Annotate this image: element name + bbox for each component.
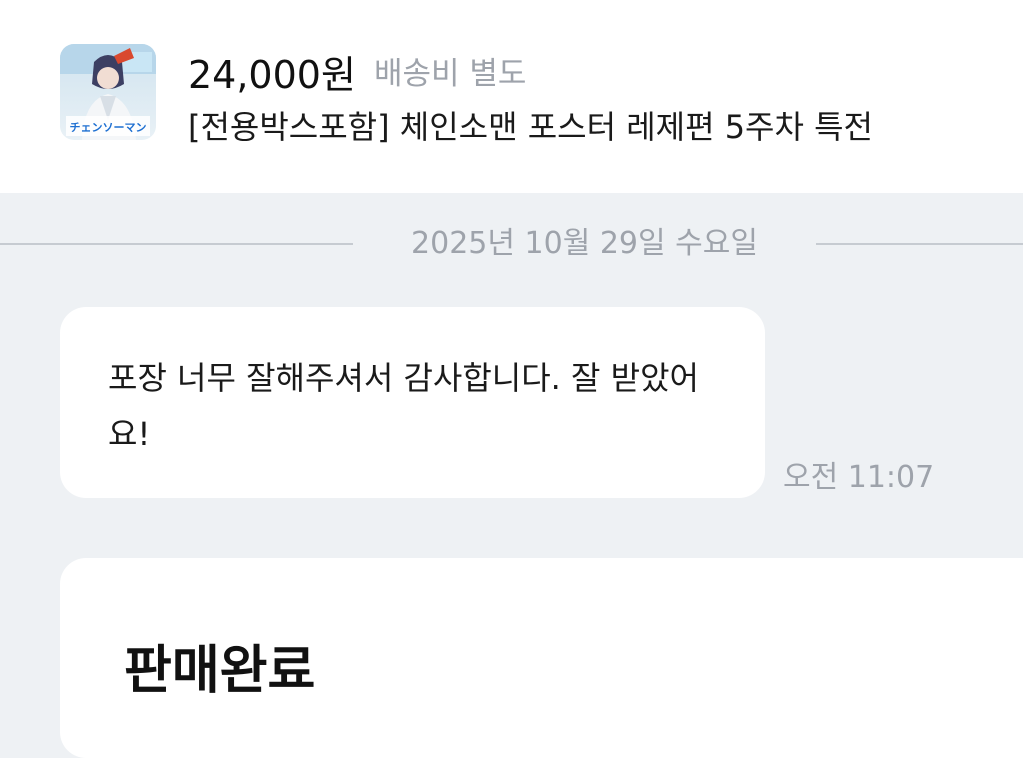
product-header[interactable]: チェンソーマン 24,000원 배송비 별도 [전용박스포함] 체인소맨 포스터 … (0, 0, 1023, 193)
price-row: 24,000원 배송비 별도 (188, 44, 526, 99)
status-card[interactable]: 판매완료 (60, 558, 1023, 758)
svg-text:チェンソーマン: チェンソーマン (70, 121, 147, 134)
product-thumbnail[interactable]: チェンソーマン (60, 44, 156, 140)
shipping-note: 배송비 별도 (373, 56, 527, 92)
status-title: 판매완료 (124, 641, 316, 701)
message-bubble[interactable]: 포장 너무 잘해주셔서 감사합니다. 잘 받았어요! (60, 307, 765, 498)
message-text: 포장 너무 잘해주셔서 감사합니다. 잘 받았어요! (108, 359, 699, 453)
date-label: 2025년 10월 29일 수요일 (411, 226, 758, 261)
divider-line-left (0, 243, 353, 245)
poster-image: チェンソーマン (60, 44, 156, 140)
divider-line-right (816, 243, 1023, 245)
product-title[interactable]: [전용박스포함] 체인소맨 포스터 레제편 5주차 특전 (188, 102, 873, 148)
product-price: 24,000원 (188, 53, 356, 97)
date-divider: 2025년 10월 29일 수요일 (0, 224, 1023, 264)
message-timestamp: 오전 11:07 (783, 460, 935, 495)
